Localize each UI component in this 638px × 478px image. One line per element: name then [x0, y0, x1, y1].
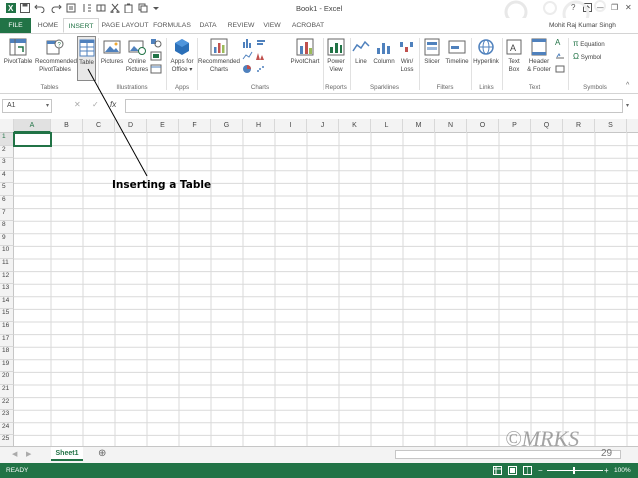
sheet-bar: ◀ ▶ Sheet1 ⊕ 29: [0, 446, 638, 463]
annotation-text: Inserting a Table: [112, 179, 212, 191]
slide-number: 29: [601, 448, 613, 459]
zoom-in-icon[interactable]: +: [604, 466, 609, 475]
normal-view-icon[interactable]: [493, 466, 502, 477]
horizontal-scrollbar[interactable]: [395, 450, 621, 459]
annotation-arrow: [87, 68, 148, 177]
zoom-level[interactable]: 100%: [614, 467, 631, 474]
zoom-slider-thumb[interactable]: [573, 467, 575, 474]
sheet-tab-sheet1[interactable]: Sheet1: [51, 447, 83, 461]
add-sheet-icon[interactable]: ⊕: [98, 448, 106, 459]
zoom-out-icon[interactable]: −: [538, 466, 543, 475]
status-bar: READY − + 100%: [0, 463, 638, 478]
zoom-slider[interactable]: [547, 470, 603, 471]
scroll-sheets-left-icon[interactable]: ◀: [12, 450, 17, 458]
status-ready: READY: [6, 467, 29, 474]
page-layout-view-icon[interactable]: [508, 466, 517, 477]
page-break-view-icon[interactable]: [523, 466, 532, 477]
scroll-sheets-right-icon[interactable]: ▶: [26, 450, 31, 458]
